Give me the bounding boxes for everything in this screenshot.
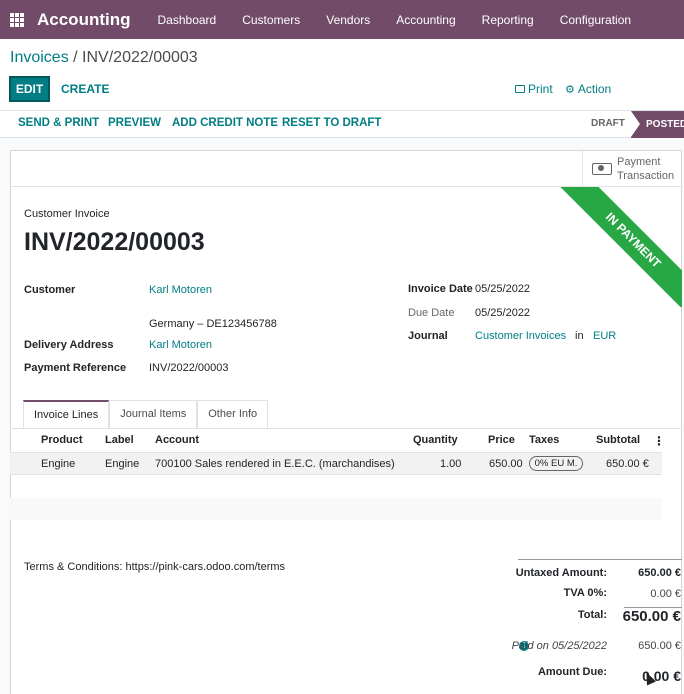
terms-conditions: Terms & Conditions: https://pink-cars.od… (24, 561, 286, 573)
journal-label: Journal (408, 330, 448, 342)
add-credit-note-button[interactable]: ADD CREDIT NOTE (172, 117, 278, 129)
row-quantity[interactable]: 1.00 (440, 458, 461, 470)
row-subtotal[interactable]: 650.00 € (606, 458, 649, 470)
print-button[interactable]: Print (515, 82, 553, 96)
in-payment-ribbon: IN PAYMENT (546, 187, 682, 307)
menu-dashboard[interactable]: Dashboard (145, 13, 230, 27)
invoice-date-label: Invoice Date (408, 283, 473, 295)
currency-link[interactable]: EUR (593, 330, 616, 342)
journal-in-text: in (575, 330, 584, 342)
customer-address: Germany – DE123456788 (149, 318, 277, 330)
paid-on-text: Paid on 05/25/2022 (511, 640, 607, 652)
col-account[interactable]: Account (155, 434, 199, 446)
button-box: Payment Transaction (11, 151, 683, 187)
journal-link[interactable]: Customer Invoices (475, 330, 566, 342)
statusbar: SEND & PRINT PREVIEW ADD CREDIT NOTE RES… (0, 111, 684, 138)
tva-label: TVA 0%: (563, 587, 607, 599)
smart-button-line1: Payment (617, 156, 661, 168)
stage-arrow (631, 111, 640, 137)
paid-amount: 650.00 € (638, 640, 681, 652)
col-product[interactable]: Product (41, 434, 83, 446)
col-taxes[interactable]: Taxes (529, 434, 559, 446)
delivery-address-link[interactable]: Karl Motoren (149, 339, 212, 351)
row-label[interactable]: Engine (105, 458, 139, 470)
customer-label: Customer (24, 284, 76, 296)
breadcrumb-invoices[interactable]: Invoices (10, 49, 69, 66)
untaxed-amount-value: 650.00 € (638, 567, 681, 579)
menu-vendors[interactable]: Vendors (313, 13, 383, 27)
breadcrumb-separator: / (68, 49, 83, 66)
reset-to-draft-button[interactable]: RESET TO DRAFT (282, 117, 381, 129)
untaxed-amount-label: Untaxed Amount: (515, 567, 607, 579)
smart-button-line2: Transaction (617, 170, 675, 182)
control-panel: Invoices / INV/2022/00003 EDIT CREATE Pr… (0, 39, 684, 111)
money-icon (592, 163, 612, 175)
preview-button[interactable]: PREVIEW (108, 117, 161, 129)
total-label: Total: (577, 609, 607, 621)
action-label: Action (577, 82, 612, 96)
top-navbar: Accounting Dashboard Customers Vendors A… (0, 0, 684, 39)
col-subtotal[interactable]: Subtotal (596, 434, 640, 446)
menu-configuration[interactable]: Configuration (547, 13, 644, 27)
col-quantity[interactable]: Quantity (413, 434, 458, 446)
row-product[interactable]: Engine (41, 458, 75, 470)
tab-invoice-lines[interactable]: Invoice Lines (23, 400, 110, 428)
payment-reference-value: INV/2022/00003 (149, 362, 229, 374)
apps-menu-icon[interactable] (10, 12, 24, 27)
action-button[interactable]: ⚙ Action (565, 82, 611, 96)
main-menu: Dashboard Customers Vendors Accounting R… (145, 13, 645, 27)
optional-columns-icon[interactable]: ⋮ (653, 434, 665, 448)
amount-due-label: Amount Due: (537, 666, 607, 678)
edit-button[interactable]: EDIT (9, 76, 50, 102)
gear-icon: ⚙ (565, 83, 575, 96)
smart-button-text: Payment Transaction (617, 155, 674, 183)
due-date-value: 05/25/2022 (475, 307, 531, 319)
payment-reference-label: Payment Reference (24, 362, 127, 374)
menu-reporting[interactable]: Reporting (469, 13, 547, 27)
tab-journal-items[interactable]: Journal Items (109, 400, 198, 428)
create-button[interactable]: CREATE (61, 82, 109, 96)
due-date-label: Due Date (408, 307, 455, 319)
menu-customers[interactable]: Customers (229, 13, 313, 27)
send-print-button[interactable]: SEND & PRINT (18, 117, 99, 129)
tva-value: 0.00 € (650, 588, 681, 600)
row-tax-badge[interactable]: 0% EU M. (529, 456, 583, 471)
totals-divider (518, 559, 682, 560)
document-type: Customer Invoice (24, 208, 110, 220)
delivery-address-label: Delivery Address (24, 339, 114, 351)
invoice-date-value: 05/25/2022 (475, 283, 531, 295)
total-value: 650.00 € (622, 608, 681, 625)
tab-other-info[interactable]: Other Info (197, 400, 269, 428)
menu-accounting[interactable]: Accounting (383, 13, 468, 27)
empty-row (10, 498, 662, 520)
document-name: INV/2022/00003 (24, 228, 205, 256)
breadcrumb-current: INV/2022/00003 (82, 49, 198, 66)
payment-transaction-button[interactable]: Payment Transaction (582, 151, 683, 187)
print-label: Print (528, 82, 553, 96)
notebook-tabs: Invoice Lines Journal Items Other Info (23, 400, 269, 428)
col-label[interactable]: Label (105, 434, 134, 446)
row-price[interactable]: 650.00 (489, 458, 523, 470)
app-name[interactable]: Accounting (37, 10, 131, 30)
stage-draft[interactable]: DRAFT (591, 118, 625, 129)
customer-link[interactable]: Karl Motoren (149, 284, 212, 296)
breadcrumb: Invoices / INV/2022/00003 (10, 49, 198, 67)
row-account[interactable]: 700100 Sales rendered in E.E.C. (marchan… (155, 458, 395, 470)
tabs-divider (10, 428, 682, 429)
print-icon (515, 85, 525, 93)
col-price[interactable]: Price (488, 434, 515, 446)
ribbon-text: IN PAYMENT (556, 187, 682, 307)
